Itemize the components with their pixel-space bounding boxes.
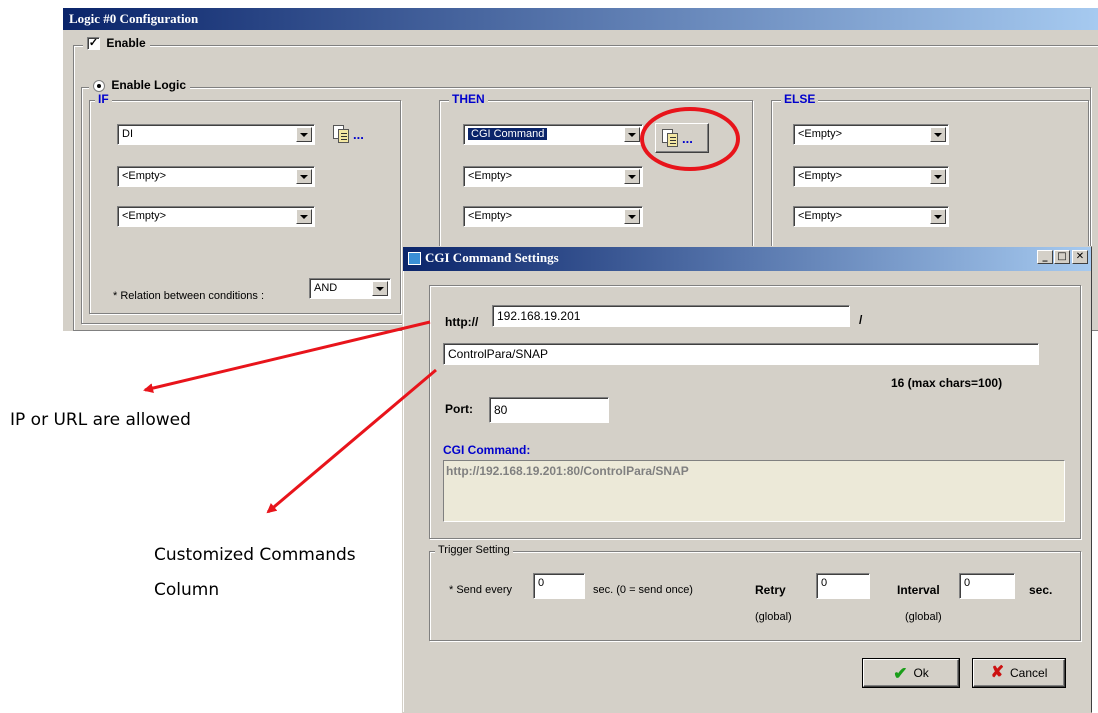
annotation-arrow-custom [266, 368, 437, 514]
annotation-arrow-ip [143, 320, 431, 394]
annotation-custom-note-line2: Column [154, 580, 220, 600]
annotation-ip-note: IP or URL are allowed [10, 410, 191, 430]
annotation-overlay [143, 107, 740, 514]
annotation-custom-note-line1: Customized Commands [154, 545, 356, 565]
highlight-circle [640, 107, 740, 171]
